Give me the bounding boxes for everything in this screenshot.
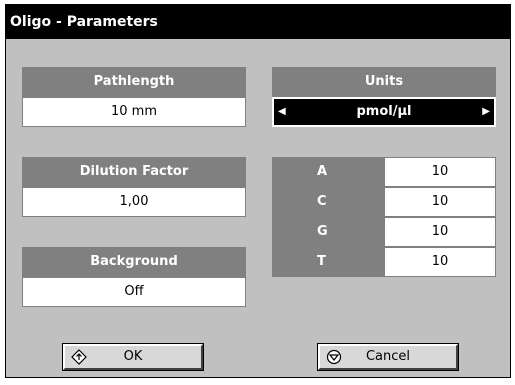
ok-button[interactable]: OK	[62, 343, 204, 371]
background-label: Background	[22, 247, 246, 277]
dilution-factor-value[interactable]: 1,00	[22, 187, 246, 217]
pathlength-value[interactable]: 10 mm	[22, 97, 246, 127]
base-a-label: A	[272, 157, 384, 187]
cancel-button[interactable]: Cancel	[317, 343, 459, 371]
parameters-screen: Oligo - Parameters Pathlength 10 mm Dilu…	[5, 4, 511, 378]
base-t-label: T	[272, 247, 384, 277]
units-label: Units	[272, 67, 496, 97]
base-t-input[interactable]: 10	[384, 247, 496, 277]
pathlength-label: Pathlength	[22, 67, 246, 97]
background-value[interactable]: Off	[22, 277, 246, 307]
base-c-input[interactable]: 10	[384, 187, 496, 217]
base-g-input[interactable]: 10	[384, 217, 496, 247]
dilution-factor-label: Dilution Factor	[22, 157, 246, 187]
base-a-input[interactable]: 10	[384, 157, 496, 187]
right-arrow-icon[interactable]: ▶	[482, 99, 490, 125]
units-value: pmol/µl	[356, 104, 412, 119]
base-c-label: C	[272, 187, 384, 217]
base-g-label: G	[272, 217, 384, 247]
cancel-label: Cancel	[365, 349, 411, 364]
units-selector[interactable]: ◀ pmol/µl ▶	[272, 97, 496, 127]
ok-label: OK	[123, 349, 143, 364]
window-title: Oligo - Parameters	[6, 5, 510, 39]
